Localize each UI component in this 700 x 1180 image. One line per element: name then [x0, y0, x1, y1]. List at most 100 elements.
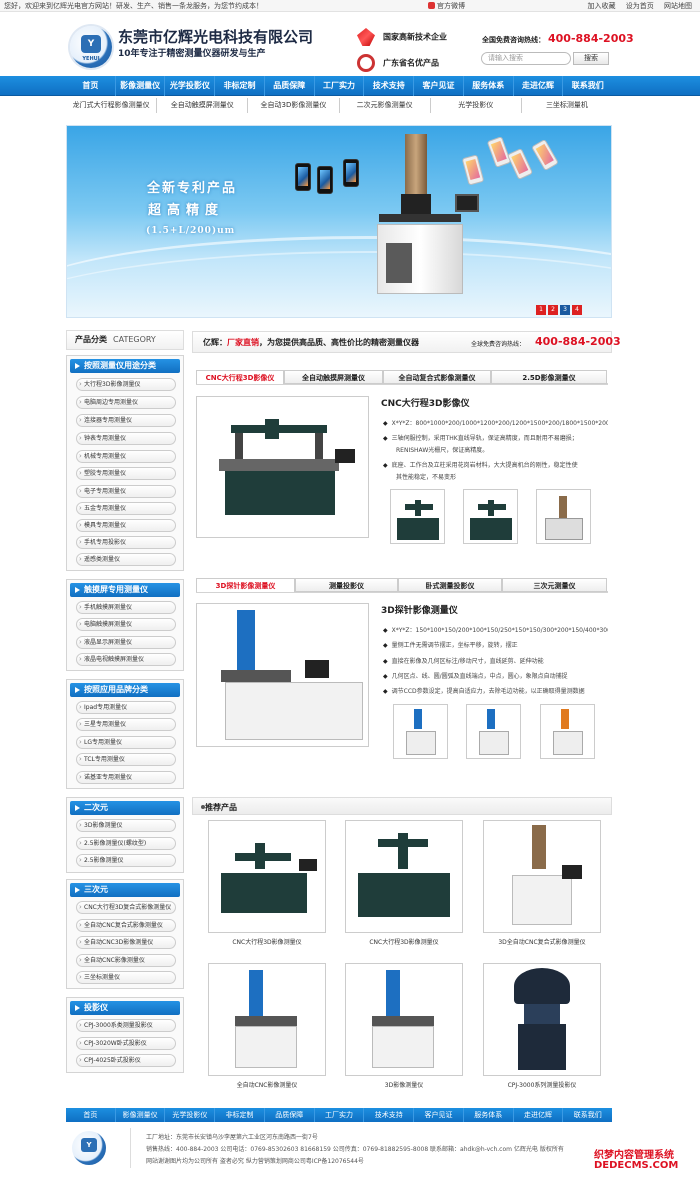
category-item[interactable]: CPJ-3020W卧式投影仪	[76, 1037, 176, 1050]
category-item[interactable]: LG专用测量仪	[76, 736, 176, 749]
weibo-link[interactable]: 官方微博	[428, 1, 465, 11]
category-group-title[interactable]: 按照应用品牌分类	[70, 683, 180, 697]
footer-nav-item[interactable]: 品质保障	[265, 1108, 315, 1122]
search-button[interactable]: 搜索	[573, 52, 609, 65]
category-item[interactable]: 连接器专用测量仪	[76, 414, 176, 427]
recommend-product-image[interactable]	[345, 963, 463, 1076]
recommend-product-image[interactable]	[483, 963, 601, 1076]
nav-quality[interactable]: 品质保障	[265, 76, 315, 96]
subnav-touch[interactable]: 全自动触摸屏测量仪	[157, 98, 249, 113]
footer-nav-item[interactable]: 非标定制	[215, 1108, 265, 1122]
product-thumbnail[interactable]	[390, 489, 445, 544]
product-thumbnail[interactable]	[393, 704, 448, 759]
recommend-product-image[interactable]	[345, 820, 463, 933]
category-item[interactable]: 手机触摸屏测量仪	[76, 601, 176, 614]
category-item[interactable]: 模具专用测量仪	[76, 519, 176, 532]
sitemap-link[interactable]: 网站地图	[664, 2, 692, 10]
footer-nav-item[interactable]: 客户见证	[414, 1108, 464, 1122]
nav-home[interactable]: 首页	[66, 76, 116, 96]
subnav-3d[interactable]: 全自动3D影像测量仪	[248, 98, 340, 113]
category-item[interactable]: 五金专用测量仪	[76, 502, 176, 515]
hero-banner[interactable]: 全新专利产品 超高精度 (1.5+L/200)um 1 2 3 4	[66, 125, 612, 318]
recommend-product-name[interactable]: CNC大行程3D影像测量仪	[345, 937, 463, 946]
footer-nav-item[interactable]: 工厂实力	[315, 1108, 365, 1122]
category-item[interactable]: Ipad专用测量仪	[76, 701, 176, 714]
category-group-title[interactable]: 二次元	[70, 801, 180, 815]
category-item[interactable]: 诺基亚专用测量仪	[76, 771, 176, 784]
tab-horizontal-projector[interactable]: 卧式测量投影仪	[398, 578, 502, 592]
tab-cnc-3d[interactable]: CNC大行程3D影像仪	[196, 370, 284, 384]
tab-cmm[interactable]: 三次元测量仪	[502, 578, 607, 592]
product-image-cnc[interactable]	[196, 396, 369, 538]
category-item[interactable]: 塑胶专用测量仪	[76, 467, 176, 480]
recommend-product-name[interactable]: CPJ-3000系列测量投影仪	[483, 1080, 601, 1089]
category-group-title[interactable]: 三次元	[70, 883, 180, 897]
recommend-product-name[interactable]: 3D影像测量仪	[345, 1080, 463, 1089]
category-item[interactable]: 手机专用投影仪	[76, 536, 176, 549]
product-thumbnail[interactable]	[536, 489, 591, 544]
category-item[interactable]: 钟表专用测量仪	[76, 432, 176, 445]
footer-nav-item[interactable]: 服务体系	[464, 1108, 514, 1122]
add-favorite-link[interactable]: 加入收藏	[588, 2, 616, 10]
category-item[interactable]: 电脑触摸屏测量仪	[76, 618, 176, 631]
nav-factory[interactable]: 工厂实力	[315, 76, 365, 96]
category-item[interactable]: 液晶电视触摸屏测量仪	[76, 653, 176, 666]
nav-service[interactable]: 服务体系	[464, 76, 514, 96]
company-logo[interactable]: Y YEHUI	[70, 26, 112, 68]
subnav-gantry[interactable]: 龙门式大行程影像测量仪	[66, 98, 158, 113]
product-thumbnail[interactable]	[540, 704, 595, 759]
category-item[interactable]: 大行程3D影像测量仪	[76, 378, 176, 391]
nav-support[interactable]: 技术支持	[364, 76, 415, 96]
footer-nav-item[interactable]: 联系我们	[563, 1108, 612, 1122]
category-item[interactable]: 液晶显示屏测量仪	[76, 636, 176, 649]
category-item[interactable]: 三星专用测量仪	[76, 718, 176, 731]
banner-dot[interactable]: 4	[572, 305, 582, 315]
nav-vmm[interactable]: 影像测量仪	[116, 76, 166, 96]
recommend-product-image[interactable]	[208, 963, 326, 1076]
recommend-product-image[interactable]	[208, 820, 326, 933]
tab-projector[interactable]: 测量投影仪	[295, 578, 398, 592]
tab-3d-probe[interactable]: 3D探针影像测量仪	[196, 578, 295, 592]
subnav-2d[interactable]: 二次元影像测量仪	[340, 98, 431, 113]
recommend-product-name[interactable]: 全自动CNC影像测量仪	[208, 1080, 326, 1089]
tab-composite[interactable]: 全自动复合式影像测量仪	[383, 370, 491, 384]
tab-touch[interactable]: 全自动触摸屏测量仪	[284, 370, 383, 384]
category-item[interactable]: 全自动CNC复合式影像测量仪	[76, 919, 176, 932]
footer-nav-item[interactable]: 走进亿辉	[514, 1108, 564, 1122]
category-item[interactable]: 三坐标测量仪	[76, 971, 176, 984]
category-item[interactable]: CNC大行程3D复合式影像测量仪	[76, 901, 176, 914]
footer-nav-item[interactable]: 影像测量仪	[116, 1108, 166, 1122]
recommend-product-name[interactable]: CNC大行程3D影像测量仪	[208, 937, 326, 946]
category-item[interactable]: 全自动CNC影像测量仪	[76, 954, 176, 967]
nav-projector[interactable]: 光学投影仪	[165, 76, 216, 96]
subnav-cmm[interactable]: 三坐标测量机	[522, 98, 612, 113]
category-group-title[interactable]: 触摸屏专用测量仪	[70, 583, 180, 597]
category-item[interactable]: 全自动CNC3D影像测量仪	[76, 936, 176, 949]
category-item[interactable]: 3D影像测量仪	[76, 819, 176, 832]
product-thumbnail[interactable]	[463, 489, 518, 544]
category-item[interactable]: 遥感类测量仪	[76, 553, 176, 566]
banner-dot[interactable]: 3	[560, 305, 570, 315]
tab-25d[interactable]: 2.5D影像测量仪	[491, 370, 607, 384]
footer-nav-item[interactable]: 光学投影仪	[165, 1108, 216, 1122]
nav-custom[interactable]: 非标定制	[215, 76, 265, 96]
recommend-product-image[interactable]	[483, 820, 601, 933]
category-item[interactable]: 机械专用测量仪	[76, 450, 176, 463]
nav-cases[interactable]: 客户见证	[414, 76, 464, 96]
category-item[interactable]: 电脑周边专用测量仪	[76, 396, 176, 409]
product-image-probe[interactable]	[196, 603, 369, 747]
banner-dot[interactable]: 1	[536, 305, 546, 315]
category-item[interactable]: CPJ-3000系类测量投影仪	[76, 1019, 176, 1032]
footer-nav-item[interactable]: 首页	[66, 1108, 116, 1122]
nav-about[interactable]: 走进亿辉	[514, 76, 564, 96]
nav-contact[interactable]: 联系我们	[563, 76, 612, 96]
banner-dot[interactable]: 2	[548, 305, 558, 315]
category-item[interactable]: 电子专用测量仪	[76, 485, 176, 498]
category-group-title[interactable]: 按照测量仪用途分类	[70, 359, 180, 373]
search-input[interactable]: 请输入搜索	[481, 52, 571, 65]
category-item[interactable]: TCL专用测量仪	[76, 753, 176, 766]
recommend-product-name[interactable]: 3D全自动CNC复合式影像测量仪	[483, 937, 601, 946]
subnav-projector[interactable]: 光学投影仪	[431, 98, 522, 113]
category-group-title[interactable]: 投影仪	[70, 1001, 180, 1015]
product-thumbnail[interactable]	[466, 704, 521, 759]
